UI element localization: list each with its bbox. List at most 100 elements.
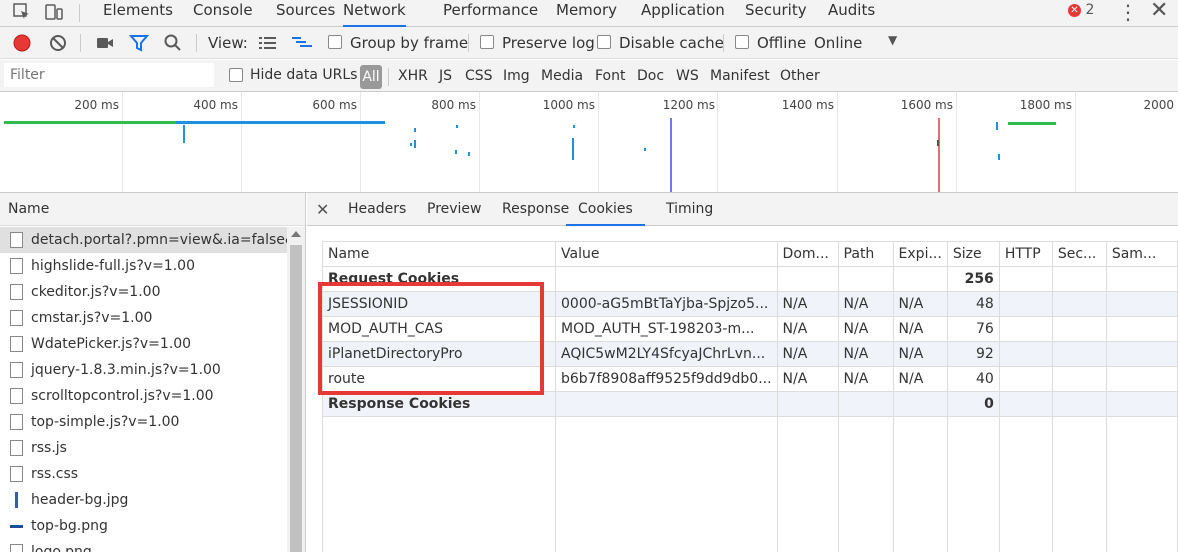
filter-input[interactable] bbox=[4, 63, 214, 87]
cookie-expires: N/A bbox=[892, 291, 948, 317]
offline-checkbox[interactable] bbox=[735, 35, 749, 49]
tab-sources[interactable]: Sources bbox=[276, 0, 335, 27]
cookie-row[interactable]: route b6b7f8908aff9525f9dd9db0... N/A N/… bbox=[322, 366, 1178, 392]
cookie-path: N/A bbox=[837, 316, 894, 342]
timeline-bar bbox=[183, 125, 185, 143]
script-file-icon bbox=[10, 362, 23, 378]
column-header-path[interactable]: Path bbox=[837, 241, 894, 267]
filter-type-all[interactable]: All bbox=[360, 65, 382, 89]
filter-type-font[interactable]: Font bbox=[595, 68, 625, 84]
tab-network[interactable]: Network bbox=[343, 0, 406, 27]
large-rows-icon[interactable] bbox=[258, 33, 278, 53]
filter-type-media[interactable]: Media bbox=[541, 68, 583, 84]
request-row[interactable]: WdatePicker.js?v=1.00 bbox=[0, 331, 288, 357]
request-row[interactable]: highslide-full.js?v=1.00 bbox=[0, 253, 288, 279]
screenshot-camera-icon[interactable] bbox=[95, 33, 115, 53]
network-overview-timeline[interactable]: 200 ms 400 ms 600 ms 800 ms 1000 ms 1200… bbox=[0, 92, 1178, 193]
tab-headers[interactable]: Headers bbox=[348, 193, 406, 226]
cookies-table: Name Value Dom... Path Expi... Size HTTP… bbox=[322, 241, 1178, 552]
filter-type-doc[interactable]: Doc bbox=[637, 68, 664, 84]
cookie-expires: N/A bbox=[892, 316, 948, 342]
request-name: logo.png bbox=[31, 544, 92, 552]
request-row[interactable]: top-bg.png bbox=[0, 513, 288, 539]
throttling-select[interactable]: Online bbox=[814, 34, 862, 52]
tab-timing[interactable]: Timing bbox=[666, 193, 713, 226]
column-header-http[interactable]: HTTP bbox=[998, 241, 1053, 267]
cookie-row[interactable]: JSESSIONID 0000-aG5mBtTaYjba-Spjzo5... N… bbox=[322, 291, 1178, 317]
tab-elements[interactable]: Elements bbox=[103, 0, 173, 27]
timeline-bar bbox=[937, 140, 939, 146]
timeline-bar bbox=[4, 121, 176, 124]
more-options-icon[interactable]: ⋮ bbox=[1118, 0, 1138, 24]
inspect-element-icon[interactable] bbox=[12, 2, 32, 22]
preserve-log-checkbox[interactable] bbox=[480, 35, 494, 49]
column-header-value[interactable]: Value bbox=[555, 241, 778, 267]
column-header-domain[interactable]: Dom... bbox=[776, 241, 839, 267]
filter-type-other[interactable]: Other bbox=[780, 68, 820, 84]
filter-icon[interactable] bbox=[128, 33, 150, 53]
timeline-bar bbox=[176, 121, 385, 124]
search-icon[interactable] bbox=[163, 33, 183, 53]
filter-type-ws[interactable]: WS bbox=[676, 68, 699, 84]
name-column-header[interactable]: Name bbox=[0, 193, 305, 226]
request-row[interactable]: rss.css bbox=[0, 461, 288, 487]
filter-bar: Hide data URLs All XHR JS CSS Img Media … bbox=[0, 60, 1178, 92]
hide-data-urls-checkbox[interactable] bbox=[229, 68, 243, 82]
close-detail-icon[interactable]: ✕ bbox=[316, 193, 329, 226]
group-by-frame-checkbox[interactable] bbox=[328, 35, 342, 49]
close-devtools-icon[interactable]: ✕ bbox=[1150, 0, 1168, 23]
column-header-name[interactable]: Name bbox=[322, 241, 556, 267]
filter-type-xhr[interactable]: XHR bbox=[398, 68, 428, 84]
disable-cache-checkbox[interactable] bbox=[597, 35, 611, 49]
filter-type-js[interactable]: JS bbox=[439, 68, 452, 84]
tab-security[interactable]: Security bbox=[745, 0, 807, 27]
filter-type-manifest[interactable]: Manifest bbox=[710, 68, 770, 84]
request-list-scrollbar[interactable] bbox=[287, 227, 305, 552]
tab-console[interactable]: Console bbox=[193, 0, 253, 27]
scroll-up-arrow-icon[interactable] bbox=[291, 231, 301, 237]
tab-response[interactable]: Response bbox=[502, 193, 569, 226]
column-header-size[interactable]: Size bbox=[946, 241, 1000, 267]
column-header-expires[interactable]: Expi... bbox=[892, 241, 948, 267]
request-row[interactable]: ckeditor.js?v=1.00 bbox=[0, 279, 288, 305]
cookie-row[interactable]: iPlanetDirectoryPro AQIC5wM2LY4SfcyaJChr… bbox=[322, 341, 1178, 367]
request-row[interactable]: header-bg.jpg bbox=[0, 487, 288, 513]
preserve-log-label: Preserve log bbox=[502, 34, 595, 52]
column-header-secure[interactable]: Sec... bbox=[1051, 241, 1107, 267]
error-count: 2 bbox=[1085, 2, 1095, 18]
group-label: Response Cookies bbox=[322, 391, 556, 417]
tab-application[interactable]: Application bbox=[641, 0, 725, 27]
filter-type-img[interactable]: Img bbox=[503, 68, 530, 84]
request-row[interactable]: cmstar.js?v=1.00 bbox=[0, 305, 288, 331]
tab-preview[interactable]: Preview bbox=[427, 193, 482, 226]
clear-icon[interactable] bbox=[48, 33, 68, 53]
filter-type-css[interactable]: CSS bbox=[465, 68, 493, 84]
request-row[interactable]: jquery-1.8.3.min.js?v=1.00 bbox=[0, 357, 288, 383]
request-detail-pane: ✕ Headers Preview Response Cookies Timin… bbox=[307, 193, 1178, 552]
waterfall-overview-icon[interactable] bbox=[291, 33, 312, 53]
request-row[interactable]: logo.png bbox=[0, 539, 288, 552]
tab-cookies[interactable]: Cookies bbox=[566, 193, 645, 226]
column-header-samesite[interactable]: Sam... bbox=[1105, 241, 1178, 267]
scrollbar-thumb[interactable] bbox=[290, 245, 302, 552]
detail-tab-bar: ✕ Headers Preview Response Cookies Timin… bbox=[307, 193, 1178, 226]
request-name: highslide-full.js?v=1.00 bbox=[31, 258, 195, 274]
cookie-size: 40 bbox=[946, 366, 1000, 392]
request-cookies-group-row: Request Cookies 256 bbox=[322, 266, 1178, 292]
document-file-icon bbox=[10, 232, 23, 248]
record-icon[interactable] bbox=[12, 33, 32, 53]
tab-performance[interactable]: Performance bbox=[443, 0, 538, 27]
cookie-row[interactable]: MOD_AUTH_CAS MOD_AUTH_ST-198203-m... N/A… bbox=[322, 316, 1178, 342]
device-toolbar-icon[interactable] bbox=[44, 2, 64, 22]
request-row-selected[interactable]: detach.portal?.pmn=view&.ia=false&action… bbox=[0, 227, 288, 253]
timeline-bar bbox=[573, 125, 575, 128]
chevron-down-icon[interactable]: ▼ bbox=[888, 33, 897, 47]
tab-audits[interactable]: Audits bbox=[828, 0, 875, 27]
request-row[interactable]: rss.js bbox=[0, 435, 288, 461]
request-row[interactable]: scrolltopcontrol.js?v=1.00 bbox=[0, 383, 288, 409]
error-counter[interactable]: ✕ 2 bbox=[1068, 2, 1094, 18]
tab-memory[interactable]: Memory bbox=[556, 0, 617, 27]
cookie-value: MOD_AUTH_ST-198203-m... bbox=[555, 316, 778, 342]
overview-bars bbox=[4, 118, 1056, 192]
request-row[interactable]: top-simple.js?v=1.00 bbox=[0, 409, 288, 435]
